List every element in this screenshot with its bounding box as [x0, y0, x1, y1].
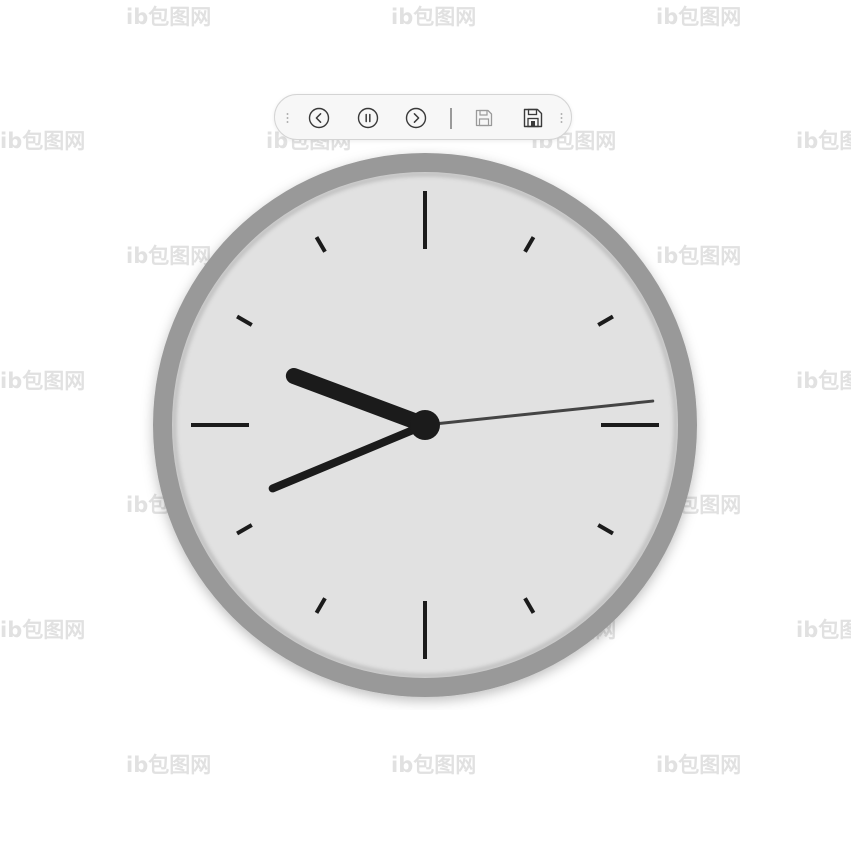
watermark-logo: ib包图网: [0, 369, 85, 393]
floppy-disk-alt-icon: [523, 108, 543, 128]
floppy-disk-icon: [475, 109, 493, 127]
chevron-right-icon: [405, 107, 427, 129]
pause-icon: [357, 107, 379, 129]
clock-center-hub: [410, 410, 440, 440]
watermark-logo: ib包图网: [656, 5, 741, 29]
watermark-logo: ib包图网: [126, 5, 211, 29]
watermark-logo: ib包图网: [126, 753, 211, 777]
chevron-left-icon: [308, 107, 330, 129]
page: ib包图网 ib包图网 ib包图网 ib包图网 ib包图网 ib包图网 ib包图网 ib包图网…: [0, 0, 851, 849]
pause-button[interactable]: [355, 105, 381, 131]
toolbar-drag-handle-left[interactable]: [286, 112, 289, 124]
toolbar-divider: [450, 108, 452, 129]
watermark-logo: ib包图网: [0, 618, 85, 642]
save-as-button[interactable]: [520, 105, 546, 131]
watermark-logo: ib包图网: [391, 753, 476, 777]
previous-button[interactable]: [306, 105, 332, 131]
save-button[interactable]: [471, 105, 497, 131]
next-button[interactable]: [403, 105, 429, 131]
watermark-logo: ib包图网: [0, 129, 85, 153]
watermark-logo: ib包图网: [391, 5, 476, 29]
toolbar-drag-handle-right[interactable]: [560, 112, 563, 124]
watermark-logo: ib包图网: [796, 129, 851, 153]
playback-toolbar: [274, 94, 572, 140]
watermark-logo: ib包图网: [796, 618, 851, 642]
watermark-logo: ib包图网: [656, 753, 741, 777]
analog-clock: [153, 153, 697, 697]
watermark-logo: ib包图网: [796, 369, 851, 393]
